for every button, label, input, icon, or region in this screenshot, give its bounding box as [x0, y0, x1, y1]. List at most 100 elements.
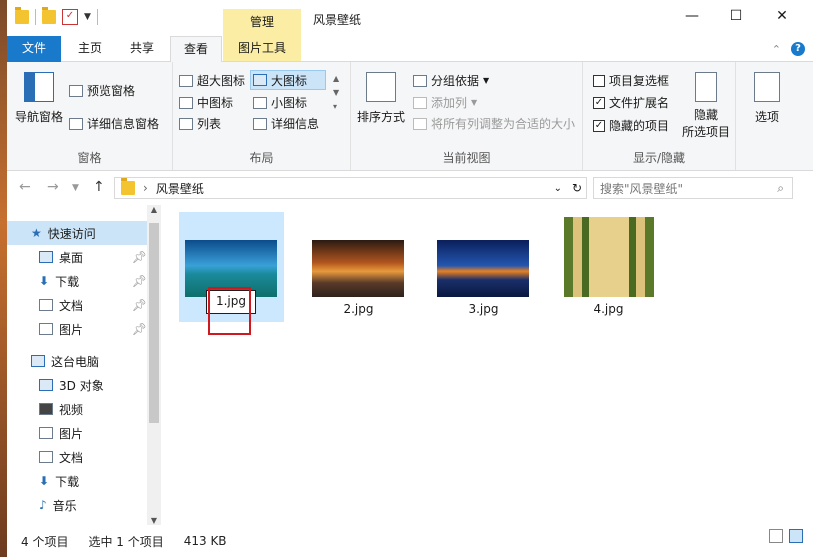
checkbox-unchecked[interactable] — [593, 74, 605, 87]
file-name: 4.jpg — [593, 302, 624, 316]
item-checkboxes-label: 项目复选框 — [609, 74, 670, 88]
layout-extra-large-icons[interactable]: 超大图标 — [179, 72, 245, 89]
nav-music[interactable]: ♪ 音乐 — [7, 493, 147, 517]
maximize-button[interactable]: ☐ — [721, 8, 751, 24]
file-item-3[interactable]: 3.jpg — [431, 212, 536, 322]
toolbar-divider — [35, 9, 36, 25]
file-item-4[interactable]: 4.jpg — [556, 212, 661, 322]
options-button[interactable]: 选项 — [742, 72, 792, 125]
layout-large-icons[interactable]: 大图标 — [250, 70, 326, 90]
breadcrumb-chevron-icon[interactable]: › — [143, 181, 148, 195]
pin-icon: 📌︎ — [131, 298, 147, 312]
file-item-2[interactable]: 2.jpg — [306, 212, 411, 322]
nav-label: 文档 — [59, 450, 84, 465]
scroll-up-icon[interactable]: ▲ — [147, 205, 161, 214]
file-name: 2.jpg — [343, 302, 374, 316]
chevron-down-icon: ▼ — [483, 76, 490, 85]
layout-details[interactable]: 详细信息 — [253, 115, 319, 132]
nav-3d-objects[interactable]: 3D 对象 — [7, 373, 147, 397]
search-icon[interactable]: ⌕ — [777, 181, 784, 196]
collapse-ribbon-icon[interactable]: ⌃ — [772, 43, 781, 56]
navigation-pane: ★ 快速访问 桌面 📌︎ ⬇ 下载 📌︎ 文档 📌︎ 图片 📌︎ 这台电脑 3D… — [7, 205, 161, 525]
up-arrow-icon[interactable]: ↑ — [93, 179, 105, 195]
explorer-window: ✓ ▼ 管理 风景壁纸 — ☐ ✕ 文件 主页 共享 查看 图片工具 ⌃ ? 导… — [7, 0, 813, 557]
minimize-button[interactable]: — — [677, 8, 707, 24]
recent-chevron-down-icon[interactable]: ▼ — [72, 183, 79, 193]
customize-toolbar-dropdown-icon[interactable]: ▼ — [84, 12, 91, 22]
new-folder-icon[interactable] — [42, 7, 56, 24]
checkbox-checked[interactable]: ✓ — [593, 96, 605, 109]
quick-access-toolbar: ✓ ▼ — [15, 7, 98, 25]
item-count: 4 个项目 — [21, 534, 69, 549]
nav-pc-downloads[interactable]: ⬇ 下载 — [7, 469, 147, 493]
preview-pane-button[interactable]: 预览窗格 — [69, 82, 135, 99]
download-arrow-icon: ⬇ — [39, 474, 50, 488]
nav-pictures[interactable]: 图片 📌︎ — [7, 317, 147, 341]
large-icons-view-icon[interactable] — [789, 529, 803, 543]
address-bar[interactable]: › 风景壁纸 ⌄ ↻ — [114, 177, 587, 199]
scroll-down-icon[interactable]: ▼ — [147, 516, 161, 525]
details-pane-button[interactable]: 详细信息窗格 — [69, 115, 159, 132]
layout-list[interactable]: 列表 — [179, 115, 221, 132]
search-input[interactable]: 搜索"风景壁纸" ⌕ — [593, 177, 793, 199]
group-layout: 超大图标 大图标 中图标 小图标 列表 详细信息 ▲ ▼ ▾ 布局 — [173, 62, 351, 170]
computer-icon — [31, 355, 45, 367]
tab-view[interactable]: 查看 — [170, 36, 222, 62]
nav-videos[interactable]: 视频 — [7, 397, 147, 421]
properties-icon[interactable]: ✓ — [62, 9, 78, 25]
ribbon: 导航窗格 预览窗格 详细信息窗格 窗格 超大图标 大图标 中图标 小图标 列表 … — [7, 62, 813, 171]
toolbar-divider — [96, 9, 98, 25]
nav-label: 图片 — [59, 322, 84, 337]
nav-label: 音乐 — [52, 498, 77, 513]
file-item-1[interactable]: 1.jpg — [179, 212, 284, 335]
tab-share[interactable]: 共享 — [117, 36, 167, 61]
details-view-icon[interactable] — [769, 529, 783, 543]
refresh-icon[interactable]: ↻ — [572, 181, 582, 195]
large-icons-icon — [253, 74, 267, 86]
forward-arrow-icon[interactable]: → — [47, 179, 59, 195]
close-button[interactable]: ✕ — [767, 8, 797, 24]
nav-pane-button[interactable]: 导航窗格 — [13, 72, 65, 125]
hide-selected-label-2: 所选项目 — [681, 125, 730, 139]
preview-pane-icon — [69, 84, 83, 97]
group-label: 当前视图 — [442, 151, 491, 165]
download-arrow-icon: ⬇ — [39, 274, 50, 288]
breadcrumb-current[interactable]: 风景壁纸 — [156, 180, 204, 197]
sort-by-button[interactable]: 排序方式 — [355, 72, 407, 125]
star-icon: ★ — [31, 226, 42, 240]
group-options: 选项 — [736, 62, 796, 170]
address-dropdown-icon[interactable]: ⌄ — [554, 183, 562, 194]
help-icon[interactable]: ? — [791, 42, 805, 56]
nav-pane-label: 导航窗格 — [14, 110, 63, 124]
checkbox-checked[interactable]: ✓ — [593, 119, 605, 132]
hidden-items-label: 隐藏的项目 — [609, 119, 670, 133]
medium-icons-icon — [179, 96, 193, 109]
layout-scroll-arrows-icon[interactable]: ▲ ▼ ▾ — [333, 72, 339, 114]
group-by-button[interactable]: 分组依据 ▼ — [413, 72, 489, 89]
nav-pc-documents[interactable]: 文档 — [7, 445, 147, 469]
nav-this-pc[interactable]: 这台电脑 — [7, 349, 147, 373]
add-columns-button: 添加列 ▼ — [413, 94, 477, 111]
nav-desktop[interactable]: 桌面 📌︎ — [7, 245, 147, 269]
document-icon — [39, 451, 53, 463]
tab-home[interactable]: 主页 — [65, 36, 115, 61]
nav-downloads[interactable]: ⬇ 下载 📌︎ — [7, 269, 147, 293]
item-checkboxes-toggle[interactable]: 项目复选框 — [593, 72, 669, 89]
hidden-items-toggle[interactable]: ✓ 隐藏的项目 — [593, 117, 669, 134]
tab-picture-tools[interactable]: 图片工具 — [223, 36, 301, 61]
hide-selected-button[interactable]: 隐藏 所选项目 — [679, 72, 733, 140]
file-extensions-toggle[interactable]: ✓ 文件扩展名 — [593, 94, 669, 111]
tab-manage[interactable]: 管理 — [223, 9, 301, 36]
hide-selected-label: 隐藏 — [693, 108, 718, 122]
nav-scrollbar-thumb[interactable] — [149, 223, 159, 423]
details-pane-label: 详细信息窗格 — [87, 117, 160, 131]
layout-medium-icons[interactable]: 中图标 — [179, 94, 233, 111]
nav-quick-access[interactable]: ★ 快速访问 — [7, 221, 147, 245]
group-current-view: 排序方式 分组依据 ▼ 添加列 ▼ 将所有列调整为合适的大小 当前视图 — [351, 62, 583, 170]
address-row: ← → ▼ ↑ › 风景壁纸 ⌄ ↻ 搜索"风景壁纸" ⌕ — [7, 172, 813, 204]
options-label: 选项 — [754, 110, 779, 124]
nav-documents[interactable]: 文档 📌︎ — [7, 293, 147, 317]
layout-small-icons[interactable]: 小图标 — [253, 94, 307, 111]
nav-pc-pictures[interactable]: 图片 — [7, 421, 147, 445]
back-arrow-icon[interactable]: ← — [19, 179, 31, 195]
